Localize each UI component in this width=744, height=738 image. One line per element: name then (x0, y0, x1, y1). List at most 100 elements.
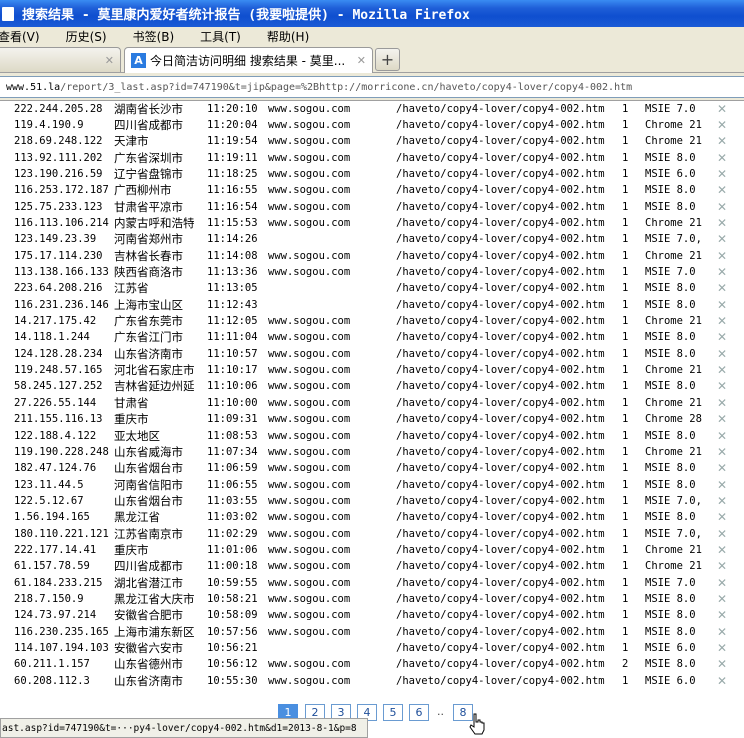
visit-count: 1 (622, 511, 629, 524)
delete-row-icon[interactable]: ✕ (717, 493, 727, 509)
delete-row-icon[interactable]: ✕ (717, 329, 727, 345)
delete-row-icon[interactable]: ✕ (717, 656, 727, 672)
table-row: 125.75.233.123 甘肃省平凉市 11:16:54 www.sogou.co… (0, 199, 744, 215)
menu-bookmarks[interactable]: 书签(B) (133, 28, 175, 45)
menu-tools[interactable]: 工具(T) (200, 28, 241, 45)
delete-row-icon[interactable]: ✕ (717, 591, 727, 607)
delete-row-icon[interactable]: ✕ (717, 264, 727, 280)
delete-row-icon[interactable]: ✕ (717, 199, 727, 215)
menu-view[interactable]: 查看(V) (0, 28, 40, 45)
page-5-button[interactable]: 5 (383, 704, 403, 721)
browser-name: MSIE 7.0 (645, 102, 696, 115)
delete-row-icon[interactable]: ✕ (717, 575, 727, 591)
window-titlebar[interactable]: 搜索结果 - 莫里康内爱好者统计报告 (我要啦提供) - Mozilla Fir… (0, 0, 744, 27)
delete-row-icon[interactable]: ✕ (717, 526, 727, 542)
delete-row-icon[interactable]: ✕ (717, 460, 727, 476)
visit-time: 11:02:29 (207, 527, 258, 540)
referrer-source: www.sogou.com (268, 135, 351, 148)
table-row: 222.177.14.41 重庆市 11:01:06 www.sogou.com/ha… (0, 542, 744, 558)
browser-name: Chrome 21 (645, 560, 702, 573)
51la-favicon-icon: A (131, 53, 146, 68)
close-icon[interactable]: ✕ (357, 54, 366, 67)
referrer-source: www.sogou.com (268, 413, 351, 426)
visit-time: 11:15:53 (207, 216, 258, 229)
delete-row-icon[interactable]: ✕ (717, 428, 727, 444)
delete-row-icon[interactable]: ✕ (717, 150, 727, 166)
delete-row-icon[interactable]: ✕ (717, 231, 727, 247)
browser-name: Chrome 21 (645, 543, 702, 556)
visitor-location: 四川省成都市 (114, 117, 183, 132)
visited-page: /haveto/copy4-lover/copy4-002.htm (396, 625, 605, 638)
delete-row-icon[interactable]: ✕ (717, 624, 727, 640)
url-field[interactable]: www.51.la/report/3_last.asp?id=747190&t=… (0, 76, 744, 98)
menu-help[interactable]: 帮助(H) (267, 28, 309, 45)
new-tab-button[interactable]: + (375, 48, 400, 71)
delete-row-icon[interactable]: ✕ (717, 297, 727, 313)
delete-row-icon[interactable]: ✕ (717, 444, 727, 460)
table-row: 123.11.44.5 河南省信阳市 11:06:55 www.sogou.com/h… (0, 477, 744, 493)
page-6-button[interactable]: 6 (409, 704, 429, 721)
visit-time: 11:19:54 (207, 135, 258, 148)
visit-time: 11:13:05 (207, 282, 258, 295)
visit-time: 11:13:36 (207, 266, 258, 278)
browser-name: MSIE 8.0 (645, 151, 696, 164)
hand-cursor-icon (469, 713, 485, 735)
delete-row-icon[interactable]: ✕ (717, 542, 727, 558)
delete-row-icon[interactable]: ✕ (717, 362, 727, 378)
visited-page: /haveto/copy4-lover/copy4-002.htm (396, 331, 605, 344)
delete-row-icon[interactable]: ✕ (717, 346, 727, 362)
visit-time: 10:57:56 (207, 625, 258, 638)
delete-row-icon[interactable]: ✕ (717, 673, 727, 689)
visit-count: 1 (622, 396, 629, 409)
delete-row-icon[interactable]: ✕ (717, 607, 727, 623)
table-row: 218.7.150.9 黑龙江省大庆市 10:58:21 www.sogou.com /… (0, 591, 744, 607)
visitor-location: 河北省石家庄市 (114, 363, 195, 378)
delete-row-icon[interactable]: ✕ (717, 280, 727, 296)
visited-page: /haveto/copy4-lover/copy4-002.htm (396, 642, 605, 655)
visit-time: 11:03:02 (207, 511, 258, 524)
visit-time: 10:58:21 (207, 593, 258, 605)
visit-time: 11:16:54 (207, 200, 258, 213)
delete-row-icon[interactable]: ✕ (717, 215, 727, 231)
tab-previous[interactable]: ✕ (0, 47, 121, 72)
visit-count: 1 (622, 625, 629, 638)
visitor-ip: 218.69.248.122 (14, 135, 103, 148)
delete-row-icon[interactable]: ✕ (717, 411, 727, 427)
visitor-location: 甘肃省 (114, 395, 149, 410)
delete-row-icon[interactable]: ✕ (717, 509, 727, 525)
delete-row-icon[interactable]: ✕ (717, 558, 727, 574)
delete-row-icon[interactable]: ✕ (717, 133, 727, 149)
delete-row-icon[interactable]: ✕ (717, 395, 727, 411)
visitor-location: 黑龙江省 (114, 510, 160, 525)
delete-row-icon[interactable]: ✕ (717, 378, 727, 394)
browser-name: MSIE 7.0, (645, 527, 702, 540)
visit-count: 1 (622, 413, 629, 426)
visitor-ip: 116.230.235.165 (14, 625, 109, 638)
tab-current[interactable]: A 今日简洁访问明细 搜索结果 - 莫里... ✕ (124, 47, 373, 73)
visitor-ip: 119.248.57.165 (14, 364, 103, 377)
visited-page: /haveto/copy4-lover/copy4-002.htm (396, 167, 605, 180)
close-icon[interactable]: ✕ (105, 54, 114, 67)
delete-row-icon[interactable]: ✕ (717, 640, 727, 656)
delete-row-icon[interactable]: ✕ (717, 166, 727, 182)
visited-page: /haveto/copy4-lover/copy4-002.htm (396, 249, 605, 262)
delete-row-icon[interactable]: ✕ (717, 117, 727, 133)
browser-name: MSIE 7.0, (645, 233, 702, 246)
visited-page: /haveto/copy4-lover/copy4-002.htm (396, 462, 605, 475)
visit-time: 11:18:25 (207, 167, 258, 180)
referrer-source: www.sogou.com (268, 167, 351, 180)
browser-name: MSIE 6.0 (645, 167, 696, 180)
referrer-source: www.sogou.com (268, 560, 351, 573)
delete-row-icon[interactable]: ✕ (717, 182, 727, 198)
delete-row-icon[interactable]: ✕ (717, 248, 727, 264)
delete-row-icon[interactable]: ✕ (717, 477, 727, 493)
visitor-ip: 60.208.112.3 (14, 674, 90, 687)
table-row: 211.155.116.13 重庆市 11:09:31 www.sogou.com/h… (0, 411, 744, 427)
delete-row-icon[interactable]: ✕ (717, 101, 727, 117)
menu-history[interactable]: 历史(S) (66, 28, 107, 45)
visit-time: 10:55:30 (207, 674, 258, 687)
visit-time: 11:20:04 (207, 118, 258, 131)
visitor-ip: 113.92.111.202 (14, 151, 103, 164)
delete-row-icon[interactable]: ✕ (717, 313, 727, 329)
visited-page: /haveto/copy4-lover/copy4-002.htm (396, 266, 605, 278)
